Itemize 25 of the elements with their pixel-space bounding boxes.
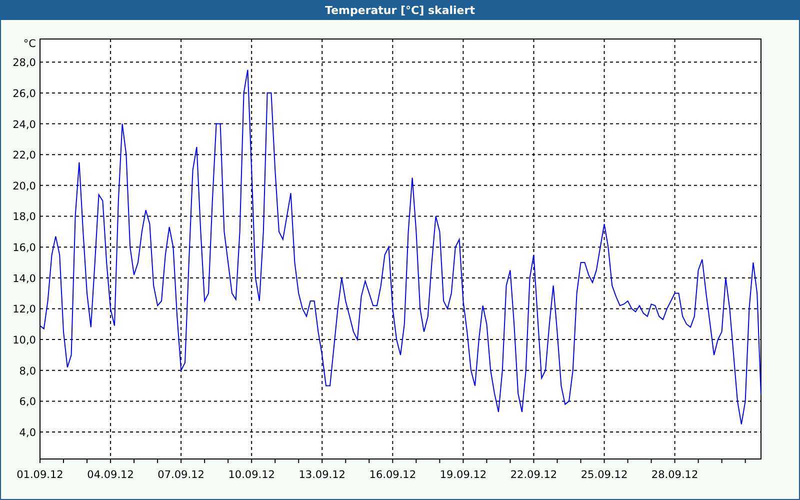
y-tick-label: 28,0	[12, 57, 36, 70]
y-tick-label: 26,0	[12, 88, 36, 100]
y-tick-label: 18,0	[12, 211, 36, 224]
x-tick-label: 13.09.12	[298, 469, 346, 481]
y-tick-label: 24,0	[12, 118, 36, 131]
x-tick-label: 19.09.12	[440, 469, 487, 481]
y-tick-label: 12,0	[12, 304, 36, 316]
x-tick-label: 22.09.12	[510, 469, 558, 481]
y-tick-label: 20,0	[12, 180, 36, 192]
x-tick-label: 01.09.12	[16, 469, 64, 481]
y-tick-label: 10,0	[12, 334, 36, 347]
x-tick-label: 16.09.12	[369, 469, 416, 481]
x-tick-label: 28.09.12	[651, 469, 698, 481]
x-tick-label: 04.09.12	[87, 469, 134, 481]
y-tick-label: 4,0	[19, 427, 36, 440]
x-tick-label: 07.09.12	[158, 469, 204, 481]
y-tick-label: 14,0	[12, 272, 36, 285]
y-tick-label: 22,0	[12, 150, 36, 162]
x-tick-label: 25.09.12	[580, 469, 628, 481]
y-tick-label: 8,0	[19, 365, 36, 378]
x-tick-label: 10.09.12	[228, 469, 275, 481]
y-axis-unit: °C	[23, 38, 36, 50]
window-title: Temperatur [°C] skaliert	[324, 2, 476, 18]
y-tick-label: 6,0	[19, 396, 36, 408]
y-tick-label: 16,0	[12, 242, 36, 254]
